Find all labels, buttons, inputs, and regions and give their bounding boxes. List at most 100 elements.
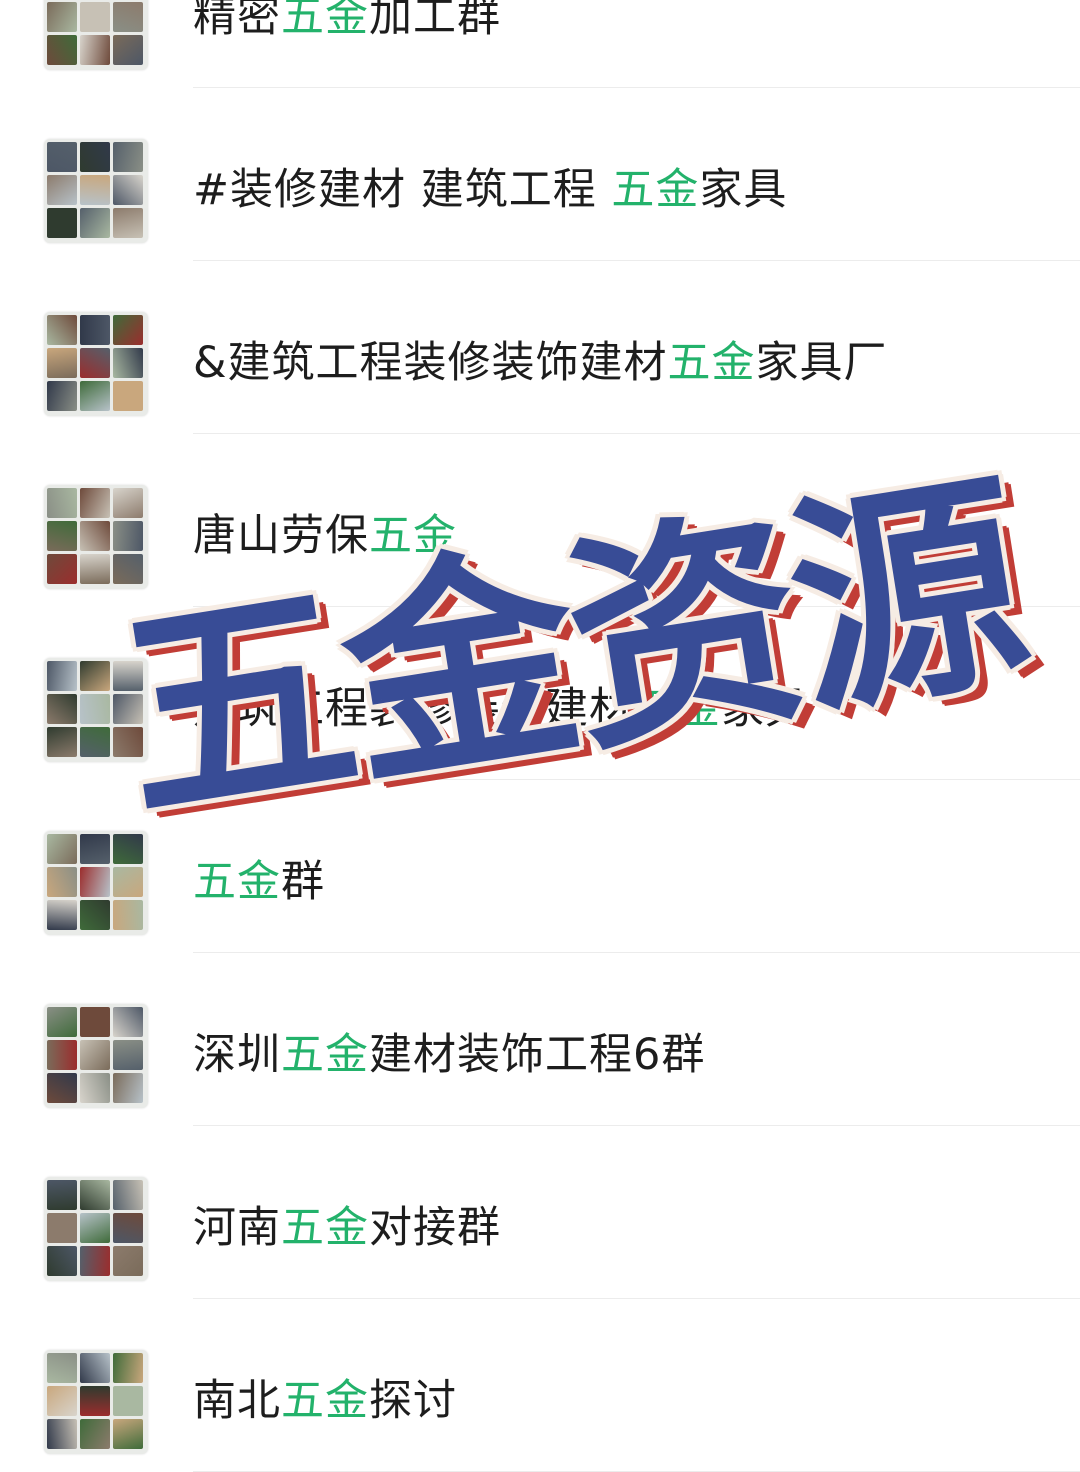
group-row[interactable]: 深圳五金建材装饰工程6群 xyxy=(0,953,1080,1126)
avatar-tile xyxy=(113,727,143,757)
group-name: 河南五金对接群 xyxy=(193,1203,501,1253)
group-avatar-grid xyxy=(44,312,148,416)
avatar-tile xyxy=(113,381,143,411)
group-row[interactable]: &建筑工程装修装饰建材五金家具厂 xyxy=(0,261,1080,434)
avatar-tile xyxy=(80,35,110,65)
avatar-tile xyxy=(80,1213,110,1243)
avatar-tile xyxy=(113,2,143,32)
avatar-tile xyxy=(47,1386,77,1416)
avatar-tile xyxy=(80,834,110,864)
avatar-tile xyxy=(80,142,110,172)
group-avatar-grid xyxy=(44,139,148,243)
avatar-tile xyxy=(80,867,110,897)
avatar-tile xyxy=(80,661,110,691)
avatar-tile xyxy=(47,1353,77,1383)
group-avatar-grid xyxy=(44,485,148,589)
avatar-tile xyxy=(80,175,110,205)
avatar-tile xyxy=(47,1246,77,1276)
group-avatar-grid xyxy=(44,1177,148,1281)
avatar-tile xyxy=(113,661,143,691)
avatar-tile xyxy=(47,1073,77,1103)
group-name: #装修建材 建筑工程 五金家具 xyxy=(193,165,788,215)
group-avatar-grid xyxy=(44,0,148,70)
avatar-tile xyxy=(113,1040,143,1070)
group-avatar-grid xyxy=(44,1004,148,1108)
group-name: 唐山劳保五金 xyxy=(193,511,457,561)
avatar-tile xyxy=(80,1040,110,1070)
avatar-tile xyxy=(47,554,77,584)
avatar-tile xyxy=(80,348,110,378)
avatar-tile xyxy=(80,521,110,551)
group-chat-list: 精密五金加工群 #装修建材 建筑工程 五金家具 &建筑工程装修装饰建材五金家具厂… xyxy=(0,0,1080,1472)
avatar-tile xyxy=(113,554,143,584)
group-row[interactable]: 精密五金加工群 xyxy=(0,0,1080,88)
avatar-tile xyxy=(113,142,143,172)
avatar-tile xyxy=(80,1007,110,1037)
avatar-tile xyxy=(113,35,143,65)
avatar-tile xyxy=(47,900,77,930)
avatar-tile xyxy=(113,867,143,897)
group-row[interactable]: 唐山劳保五金 xyxy=(0,434,1080,607)
group-name: 精密五金加工群 xyxy=(193,0,501,42)
avatar-tile xyxy=(47,521,77,551)
avatar-tile xyxy=(80,315,110,345)
avatar-tile xyxy=(80,1246,110,1276)
group-name: 南北五金探讨 xyxy=(193,1376,457,1426)
group-row[interactable]: 河南五金对接群 xyxy=(0,1126,1080,1299)
avatar-tile xyxy=(113,1213,143,1243)
group-row[interactable]: 建筑工程装修装饰建材五金家具 xyxy=(0,607,1080,780)
group-name: &建筑工程装修装饰建材五金家具厂 xyxy=(193,338,888,388)
group-name: 五金群 xyxy=(193,857,325,907)
avatar-tile xyxy=(80,1419,110,1449)
avatar-tile xyxy=(80,1386,110,1416)
avatar-tile xyxy=(47,1419,77,1449)
group-avatar-grid xyxy=(44,1350,148,1454)
avatar-tile xyxy=(80,727,110,757)
avatar-tile xyxy=(47,1007,77,1037)
avatar-tile xyxy=(113,1419,143,1449)
group-avatar-grid xyxy=(44,831,148,935)
avatar-tile xyxy=(113,900,143,930)
avatar-tile xyxy=(47,381,77,411)
avatar-tile xyxy=(80,208,110,238)
avatar-tile xyxy=(47,348,77,378)
group-row[interactable]: 南北五金探讨 xyxy=(0,1299,1080,1472)
avatar-tile xyxy=(47,2,77,32)
avatar-tile xyxy=(47,834,77,864)
avatar-tile xyxy=(80,900,110,930)
avatar-tile xyxy=(47,1213,77,1243)
avatar-tile xyxy=(47,867,77,897)
avatar-tile xyxy=(80,381,110,411)
avatar-tile xyxy=(113,315,143,345)
avatar-tile xyxy=(113,694,143,724)
avatar-tile xyxy=(113,208,143,238)
group-avatar-grid xyxy=(44,658,148,762)
avatar-tile xyxy=(113,348,143,378)
avatar-tile xyxy=(113,521,143,551)
avatar-tile xyxy=(80,694,110,724)
avatar-tile xyxy=(113,1353,143,1383)
avatar-tile xyxy=(47,727,77,757)
avatar-tile xyxy=(113,488,143,518)
avatar-tile xyxy=(47,661,77,691)
avatar-tile xyxy=(80,1353,110,1383)
group-row[interactable]: #装修建材 建筑工程 五金家具 xyxy=(0,88,1080,261)
avatar-tile xyxy=(47,1040,77,1070)
avatar-tile xyxy=(80,2,110,32)
avatar-tile xyxy=(80,488,110,518)
avatar-tile xyxy=(47,488,77,518)
avatar-tile xyxy=(47,694,77,724)
avatar-tile xyxy=(113,175,143,205)
avatar-tile xyxy=(80,1073,110,1103)
avatar-tile xyxy=(47,142,77,172)
avatar-tile xyxy=(113,834,143,864)
avatar-tile xyxy=(113,1246,143,1276)
avatar-tile xyxy=(113,1180,143,1210)
avatar-tile xyxy=(113,1073,143,1103)
avatar-tile xyxy=(80,554,110,584)
avatar-tile xyxy=(47,35,77,65)
avatar-tile xyxy=(47,208,77,238)
avatar-tile xyxy=(80,1180,110,1210)
avatar-tile xyxy=(113,1386,143,1416)
group-row[interactable]: 五金群 xyxy=(0,780,1080,953)
